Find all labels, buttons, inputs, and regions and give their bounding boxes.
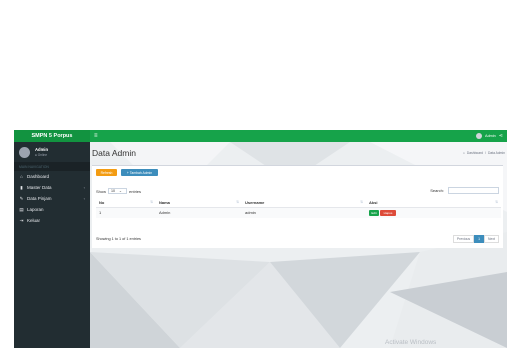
previous-button[interactable]: Previous xyxy=(452,235,475,243)
sidebar-item-label: Master Data xyxy=(27,185,52,190)
delete-button[interactable]: Hapus xyxy=(380,209,396,216)
file-icon: ▤ xyxy=(19,206,24,212)
app-window: SMPN 5 Porpus ≡ Admin ⋖ Admin ● Online M… xyxy=(14,130,507,348)
home-icon: ⌂ xyxy=(20,174,23,179)
cell-actions: Edit Hapus xyxy=(366,207,501,218)
entries-select[interactable]: 10 ⌄ xyxy=(108,188,128,194)
share-icon[interactable]: ⋖ xyxy=(499,133,503,139)
cell-username: admin xyxy=(245,210,256,216)
page-title: Data Admin xyxy=(92,148,136,158)
breadcrumb: ⌂ Dashboard / Data Admin xyxy=(463,151,505,155)
book-icon: ▮ xyxy=(20,184,23,190)
logout-icon: ⇥ xyxy=(19,217,24,223)
column-header-no[interactable]: No ⇅ xyxy=(96,198,156,208)
sort-icon: ⇅ xyxy=(236,200,239,204)
sidebar-section-header: MAIN NAVIGATION xyxy=(14,162,90,171)
sort-icon: ⇅ xyxy=(495,200,498,204)
sidebar-item-label: Keluar xyxy=(27,218,41,223)
chevron-left-icon: ‹ xyxy=(83,196,85,201)
add-admin-button[interactable]: + Tambah Admin xyxy=(121,169,158,176)
topbar-user-label: Admin xyxy=(485,134,496,138)
search-control: Search: xyxy=(430,187,499,194)
topbar-user-menu[interactable]: Admin ⋖ xyxy=(476,130,503,142)
sidebar-item-label: Data Pinjam xyxy=(27,196,52,201)
menu-toggle-icon[interactable]: ≡ xyxy=(94,133,98,139)
sidebar-item-label: Laporan xyxy=(27,207,44,212)
cell-no: 1 xyxy=(99,210,102,216)
breadcrumb-separator: / xyxy=(485,151,486,155)
column-header-nama[interactable]: Nama ⇅ xyxy=(156,198,242,208)
sort-icon: ⇅ xyxy=(360,200,363,204)
sidebar: Admin ● Online MAIN NAVIGATION ⌂ Dashboar… xyxy=(14,142,90,348)
column-header-username[interactable]: Username ⇅ xyxy=(242,198,366,208)
sidebar-item-dashboard[interactable]: ⌂ Dashboard xyxy=(14,171,90,182)
sidebar-item-keluar[interactable]: ⇥ Keluar xyxy=(14,215,90,226)
pencil-icon: ✎ xyxy=(19,195,24,201)
top-navbar: SMPN 5 Porpus ≡ Admin ⋖ xyxy=(14,130,507,142)
user-panel: Admin ● Online xyxy=(14,142,90,162)
chevron-down-icon: ⌄ xyxy=(119,189,123,193)
sidebar-item-master-data[interactable]: ▮ Master Data ‹ xyxy=(14,182,90,193)
refresh-button[interactable]: Refresh xyxy=(96,169,117,176)
entries-control: Show 10 ⌄ entries xyxy=(96,188,141,194)
show-label: Show xyxy=(96,188,107,194)
entries-label: entries xyxy=(129,188,142,194)
screen: SMPN 5 Porpus ≡ Admin ⋖ Admin ● Online M… xyxy=(0,0,507,348)
breadcrumb-dashboard[interactable]: Dashboard xyxy=(467,151,483,155)
column-header-aksi[interactable]: Aksi ⇅ xyxy=(366,198,501,208)
breadcrumb-current: Data Admin xyxy=(487,151,505,155)
page-1-button[interactable]: 1 xyxy=(474,235,485,243)
admin-table: No ⇅ Nama ⇅ Username ⇅ Aksi ⇅ 1 Admin admin … xyxy=(96,198,501,218)
sidebar-item-label: Dashboard xyxy=(27,174,50,179)
entries-value: 10 xyxy=(111,189,116,193)
chevron-left-icon: ‹ xyxy=(83,185,85,190)
pagination: Previous 1 Next xyxy=(452,235,499,243)
page-header: Data Admin ⌂ Dashboard / Data Admin xyxy=(92,146,505,160)
sidebar-item-data-pinjam[interactable]: ✎ Data Pinjam ‹ xyxy=(14,193,90,204)
cell-nama: Admin xyxy=(159,210,171,216)
table-info: Showing 1 to 1 of 1 entries xyxy=(96,237,141,241)
data-box: Refresh + Tambah Admin Show 10 ⌄ entries… xyxy=(92,165,503,248)
table-row: 1 Admin admin Edit Hapus xyxy=(96,207,501,218)
sidebar-item-laporan[interactable]: ▤ Laporan xyxy=(14,204,90,215)
home-icon: ⌂ xyxy=(462,151,465,155)
user-name: Admin xyxy=(35,147,49,152)
avatar xyxy=(19,146,30,158)
sort-icon: ⇅ xyxy=(150,200,153,204)
search-label: Search: xyxy=(430,188,444,193)
next-button[interactable]: Next xyxy=(484,235,499,243)
search-input[interactable] xyxy=(448,187,499,194)
user-status: ● Online xyxy=(35,153,48,157)
brand-logo[interactable]: SMPN 5 Porpus xyxy=(14,130,90,142)
edit-button[interactable]: Edit xyxy=(369,209,379,216)
activation-watermark: Activate Windows xyxy=(385,339,437,346)
user-avatar-icon xyxy=(476,133,483,139)
